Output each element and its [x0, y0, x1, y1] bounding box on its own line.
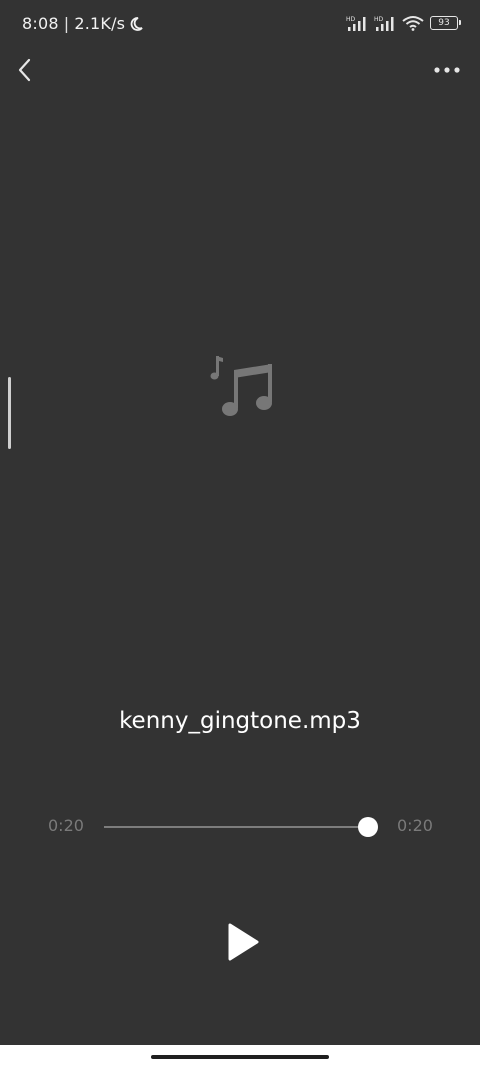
- battery-level: 93: [438, 18, 450, 28]
- total-time: 0:20: [397, 816, 433, 835]
- play-icon: [228, 923, 259, 961]
- home-indicator[interactable]: [151, 1055, 329, 1059]
- svg-text:HD: HD: [346, 16, 356, 23]
- seek-bar-track[interactable]: [104, 826, 368, 828]
- status-time: 8:08: [22, 14, 59, 33]
- wifi-icon: [402, 16, 424, 31]
- status-separator: |: [63, 14, 70, 33]
- status-left: 8:08 | 2.1K/s: [22, 14, 143, 33]
- svg-text:HD: HD: [374, 16, 384, 23]
- audio-player-screen: 8:08 | 2.1K/s HD HD 93 kenny_gingtone.mp…: [0, 0, 480, 1067]
- moon-icon: [130, 16, 143, 31]
- signal-hd-icon: HD: [346, 16, 366, 31]
- chevron-left-icon: [18, 58, 31, 82]
- file-name: kenny_gingtone.mp3: [119, 708, 361, 734]
- network-speed: 2.1K/s: [74, 14, 126, 33]
- battery-icon: 93: [430, 16, 461, 30]
- edge-gesture-handle[interactable]: [8, 377, 11, 449]
- current-time: 0:20: [48, 816, 84, 835]
- status-bar: 8:08 | 2.1K/s HD HD 93: [0, 0, 480, 48]
- play-button[interactable]: [220, 920, 264, 964]
- status-right: HD HD 93: [346, 15, 461, 31]
- back-button[interactable]: [10, 54, 40, 86]
- signal-hd-icon: HD: [374, 16, 394, 31]
- more-options-button[interactable]: [432, 58, 462, 82]
- more-horizontal-icon: [434, 67, 460, 73]
- seek-bar-thumb[interactable]: [358, 817, 378, 837]
- music-notes-icon: [210, 356, 272, 416]
